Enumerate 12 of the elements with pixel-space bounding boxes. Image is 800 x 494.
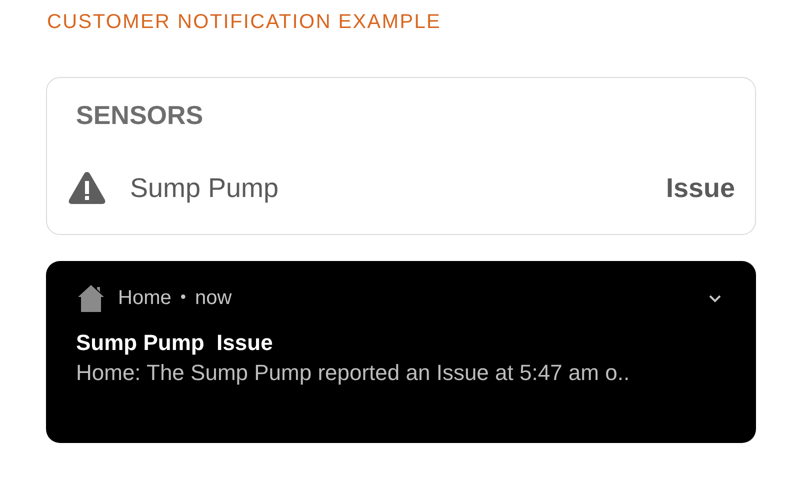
notification-title: Sump Pump Issue xyxy=(76,329,273,357)
separator-dot: • xyxy=(180,288,186,308)
sensor-name: Sump Pump xyxy=(130,172,279,205)
sensor-status: Issue xyxy=(666,172,735,205)
app-name: Home xyxy=(118,286,172,311)
chevron-down-icon[interactable] xyxy=(708,294,722,302)
section-heading: CUSTOMER NOTIFICATION EXAMPLE xyxy=(46,10,442,34)
card-title: SENSORS xyxy=(76,100,204,130)
notification-body: Home: The Sump Pump reported an Issue at 5:47 am o.. xyxy=(76,360,630,385)
timestamp: now xyxy=(194,286,232,311)
warning-icon xyxy=(67,170,107,206)
house-icon xyxy=(76,283,106,313)
